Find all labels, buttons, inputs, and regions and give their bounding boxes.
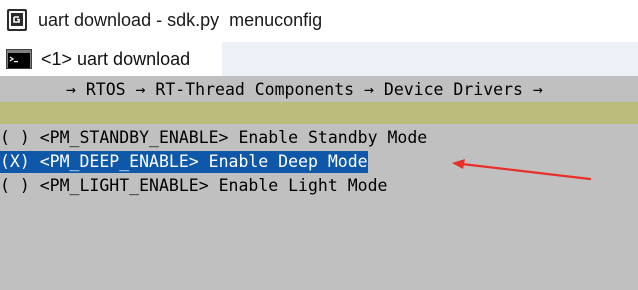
option-symbol: <PM_LIGHT_ENABLE>	[39, 176, 209, 195]
tab-label: <1> uart download	[41, 49, 191, 69]
option-marker: (X)	[0, 152, 30, 171]
option-pm-standby-enable[interactable]: ( ) <PM_STANDBY_ENABLE> Enable Standby M…	[0, 127, 427, 149]
option-symbol: <PM_STANDBY_ENABLE>	[39, 128, 229, 147]
option-description: Enable Standby Mode	[238, 128, 428, 147]
terminal-icon	[6, 49, 32, 69]
header-bar	[0, 102, 638, 124]
option-marker: ( )	[0, 128, 30, 147]
option-pm-light-enable[interactable]: ( ) <PM_LIGHT_ENABLE> Enable Light Mode	[0, 175, 387, 197]
option-marker: ( )	[0, 176, 30, 195]
tab-strip: <1> uart download	[0, 42, 638, 76]
window-title: uart download - sdk.py menuconfig	[38, 10, 323, 30]
title-bar[interactable]: uart download - sdk.py menuconfig	[0, 0, 638, 42]
menuconfig-terminal: → RTOS → RT-Thread Components → Device D…	[0, 76, 638, 290]
option-description: Enable Deep Mode	[208, 152, 368, 171]
breadcrumb: → RTOS → RT-Thread Components → Device D…	[66, 80, 543, 99]
option-pm-deep-enable[interactable]: (X) <PM_DEEP_ENABLE> Enable Deep Mode	[0, 151, 368, 173]
terminal-window: uart download - sdk.py menuconfig <1> ua…	[0, 0, 638, 290]
tab-uart-download[interactable]: <1> uart download	[0, 42, 222, 76]
option-symbol: <PM_DEEP_ENABLE>	[39, 152, 199, 171]
console-app-icon	[7, 9, 27, 31]
option-description: Enable Light Mode	[218, 176, 388, 195]
